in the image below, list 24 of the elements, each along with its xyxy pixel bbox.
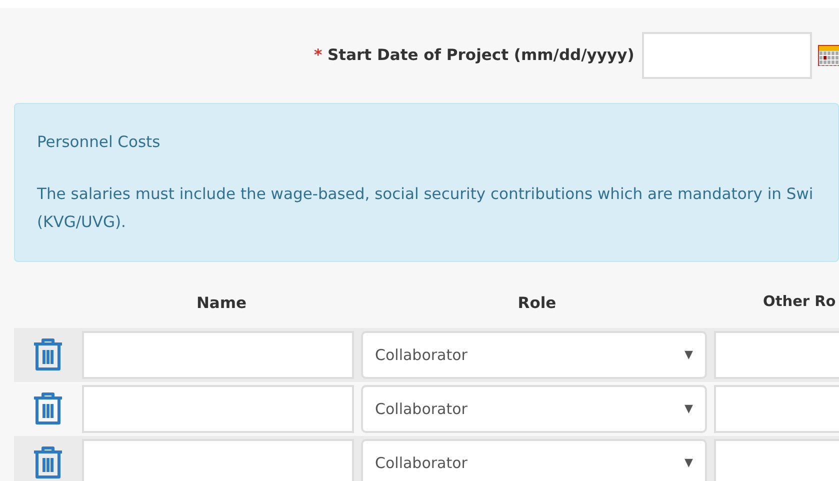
caret-icon: ▼ (684, 454, 693, 472)
field-label: * Start Date of Project (mm/dd/yyyy) (314, 44, 634, 66)
calendar-icon[interactable] (818, 45, 839, 66)
dropdown-value: Collaborator (375, 398, 468, 420)
name-field[interactable] (82, 385, 354, 433)
trash-icon[interactable] (32, 392, 64, 426)
caret-icon: ▼ (684, 400, 693, 418)
date-field[interactable] (642, 32, 812, 79)
info-title: Personnel Costs (37, 132, 162, 153)
trash-icon[interactable] (32, 338, 64, 372)
info-text: (KVG/UVG). (37, 212, 127, 233)
dropdown-value: Collaborator (375, 452, 468, 474)
caret-icon: ▼ (684, 346, 693, 364)
name-field[interactable] (82, 331, 354, 379)
column-header: Name (195, 293, 248, 314)
role-dropdown[interactable]: Collaborator ▼ (361, 385, 707, 433)
role-dropdown[interactable]: Collaborator ▼ (361, 439, 707, 481)
dropdown-value: Collaborator (375, 344, 468, 366)
info-text: The salaries must include the wage-based, social security contributions which are mandatory in Swi (37, 184, 814, 205)
column-header: Other Ro (762, 293, 837, 312)
column-header: Role (516, 293, 558, 314)
trash-icon[interactable] (32, 446, 64, 480)
role-dropdown[interactable]: Collaborator ▼ (361, 331, 707, 379)
name-field[interactable] (82, 439, 354, 481)
